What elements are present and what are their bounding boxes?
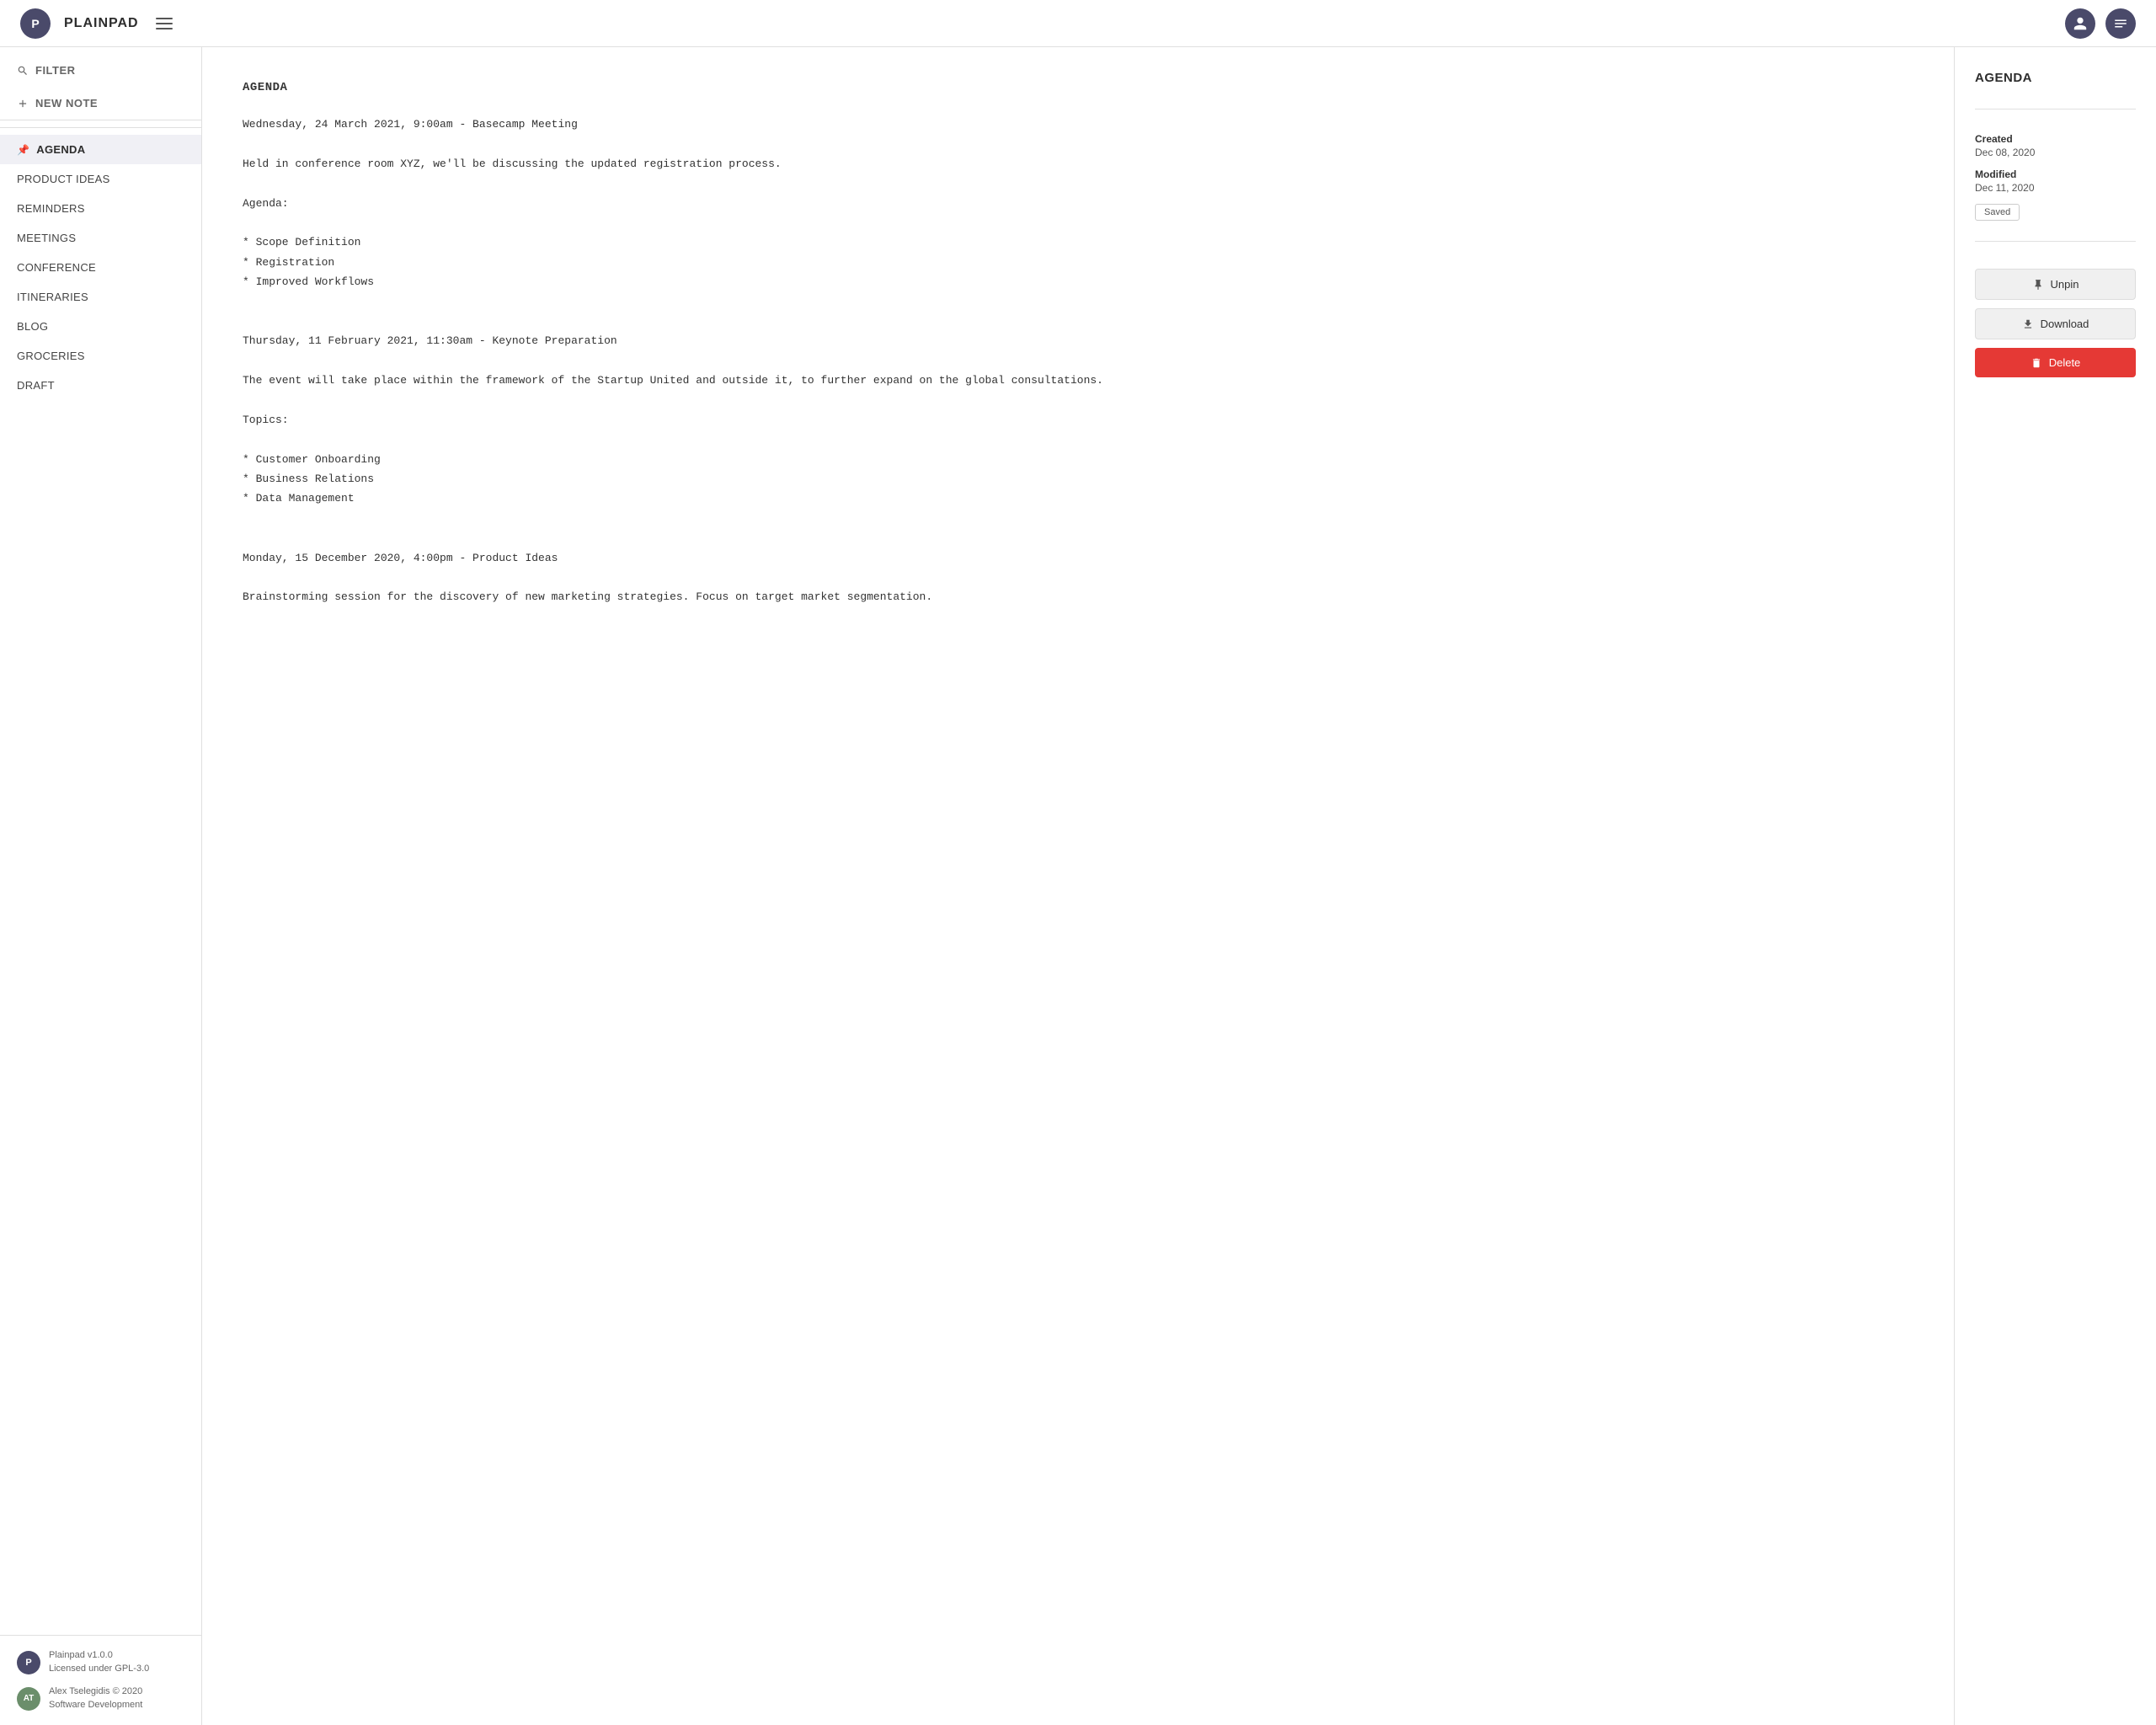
panel-actions: Unpin Download Delete	[1975, 269, 2136, 377]
notes-button[interactable]	[2105, 8, 2136, 39]
sidebar-item-draft[interactable]: DRAFT	[0, 371, 201, 400]
sidebar-item-product-ideas[interactable]: PRODUCT IDEAS	[0, 164, 201, 194]
trash-icon	[2031, 357, 2042, 369]
app-header: P PLAINPAD	[0, 0, 2156, 47]
header-left: P PLAINPAD	[20, 8, 176, 39]
delete-button[interactable]: Delete	[1975, 348, 2136, 377]
right-panel: AGENDA Created Dec 08, 2020 Modified Dec…	[1954, 47, 2156, 1725]
panel-meta: Created Dec 08, 2020 Modified Dec 11, 20…	[1975, 133, 2136, 221]
sidebar-item-reminders[interactable]: REMINDERS	[0, 194, 201, 223]
footer-logo: P	[17, 1651, 40, 1674]
sidebar-top: FILTER NEW NOTE	[0, 47, 201, 128]
created-value: Dec 08, 2020	[1975, 147, 2136, 158]
status-badge: Saved	[1975, 204, 2020, 221]
filter-button[interactable]: FILTER	[0, 54, 201, 87]
sidebar-item-blog[interactable]: BLOG	[0, 312, 201, 341]
modified-row: Modified Dec 11, 2020	[1975, 168, 2136, 194]
pin-icon: 📌	[17, 144, 29, 156]
sidebar-footer: P Plainpad v1.0.0 Licensed under GPL-3.0…	[0, 1635, 201, 1725]
footer-user-info: AT Alex Tselegidis © 2020 Software Devel…	[17, 1685, 184, 1712]
footer-user-text: Alex Tselegidis © 2020 Software Developm…	[49, 1685, 142, 1712]
created-row: Created Dec 08, 2020	[1975, 133, 2136, 158]
header-right	[2065, 8, 2136, 39]
download-icon	[2022, 318, 2034, 330]
footer-app-info: P Plainpad v1.0.0 Licensed under GPL-3.0	[17, 1649, 184, 1675]
unpin-button[interactable]: Unpin	[1975, 269, 2136, 300]
note-editor[interactable]: AGENDA Wednesday, 24 March 2021, 9:00am …	[202, 47, 1954, 1725]
note-body[interactable]: Wednesday, 24 March 2021, 9:00am - Basec…	[243, 115, 1913, 607]
add-icon	[17, 98, 29, 109]
panel-title: AGENDA	[1975, 71, 2136, 85]
sidebar-nav: 📌 AGENDA PRODUCT IDEAS REMINDERS MEETING…	[0, 128, 201, 1635]
account-button[interactable]	[2065, 8, 2095, 39]
sidebar-item-groceries[interactable]: GROCERIES	[0, 341, 201, 371]
footer-app-text: Plainpad v1.0.0 Licensed under GPL-3.0	[49, 1649, 149, 1675]
modified-value: Dec 11, 2020	[1975, 182, 2136, 194]
pin-icon	[2032, 279, 2044, 291]
sidebar-item-meetings[interactable]: MEETINGS	[0, 223, 201, 253]
search-icon	[17, 65, 29, 77]
app-logo: P	[20, 8, 51, 39]
modified-label: Modified	[1975, 168, 2136, 180]
sidebar: FILTER NEW NOTE 📌 AGENDA PRODUCT IDEAS R…	[0, 47, 202, 1725]
app-title: PLAINPAD	[64, 16, 139, 31]
note-title: AGENDA	[243, 81, 1913, 94]
notes-icon	[2113, 16, 2128, 31]
panel-divider-2	[1975, 241, 2136, 242]
user-avatar: AT	[17, 1687, 40, 1711]
download-button[interactable]: Download	[1975, 308, 2136, 339]
account-icon	[2073, 16, 2088, 31]
main-layout: FILTER NEW NOTE 📌 AGENDA PRODUCT IDEAS R…	[0, 47, 2156, 1725]
menu-toggle[interactable]	[152, 14, 176, 33]
created-label: Created	[1975, 133, 2136, 145]
new-note-button[interactable]: NEW NOTE	[0, 87, 201, 120]
sidebar-item-itineraries[interactable]: ITINERARIES	[0, 282, 201, 312]
sidebar-item-conference[interactable]: CONFERENCE	[0, 253, 201, 282]
sidebar-item-agenda[interactable]: 📌 AGENDA	[0, 135, 201, 164]
